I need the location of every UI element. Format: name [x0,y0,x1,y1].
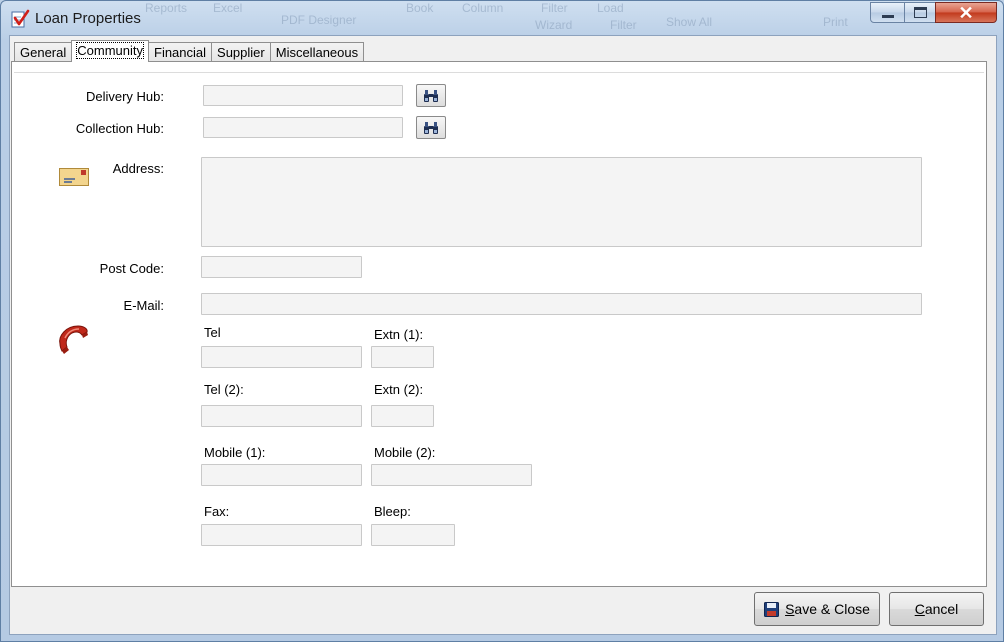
extn1-field[interactable] [371,346,434,368]
tab-label: Supplier [217,45,265,60]
cancel-button[interactable]: Cancel [889,592,984,626]
address-field[interactable] [201,157,922,247]
delivery-hub-field[interactable] [203,85,403,106]
background-text: Wizard [535,18,573,32]
background-text: Show All [666,15,713,29]
tab-miscellaneous[interactable]: Miscellaneous [269,42,365,62]
cancel-label: Cancel [914,601,959,617]
tab-label: General [20,45,67,60]
tel-field[interactable] [201,346,362,368]
delivery-hub-find-button[interactable] [416,84,446,107]
save-close-label: Save & Close [785,601,870,617]
extn2-label: Extn (2): [374,382,424,397]
title-bar[interactable]: Reports Excel PDF Designer Book Column F… [1,1,1003,35]
background-text: Column [462,1,504,15]
fax-field[interactable] [201,524,362,546]
fax-label: Fax: [204,504,230,519]
collection-hub-label: Collection Hub: [75,121,164,136]
loan-properties-window: Reports Excel PDF Designer Book Column F… [0,0,1004,642]
tel-label: Tel [204,325,221,340]
tab-label: Community [76,42,144,59]
tab-strip: General Community Financial Supplier Mis… [14,40,365,62]
close-button[interactable]: ✕ [935,2,997,23]
background-text: Filter [610,18,637,32]
collection-hub-field[interactable] [203,117,403,138]
floppy-disk-icon [764,601,780,617]
background-text: Load [597,1,624,15]
telephone-icon [59,325,88,354]
minimize-button[interactable] [870,2,905,23]
background-text: Print [823,15,848,29]
extn2-field[interactable] [371,405,434,427]
binoculars-icon [424,89,438,102]
background-text: Filter [541,1,568,15]
panel-divider [14,72,984,73]
collection-hub-find-button[interactable] [416,116,446,139]
tab-label: Miscellaneous [275,45,359,60]
delivery-hub-label: Delivery Hub: [85,89,164,104]
save-close-button[interactable]: Save & Close [754,592,880,626]
dialog-client-area: General Community Financial Supplier Mis… [9,35,997,635]
mobile2-field[interactable] [371,464,532,486]
post-code-label: Post Code: [99,261,164,276]
minimize-icon [881,15,894,18]
email-field[interactable] [201,293,922,315]
tab-financial[interactable]: Financial [148,42,213,62]
close-icon: ✕ [958,2,974,23]
tel2-field[interactable] [201,405,362,427]
binoculars-icon [424,121,438,134]
mobile2-label: Mobile (2): [374,445,436,460]
background-text: Reports [145,1,188,15]
checkmark-document-icon [11,9,30,28]
tab-label: Financial [154,45,207,60]
post-code-field[interactable] [201,256,362,278]
background-text: PDF Designer [281,13,357,27]
mobile1-label: Mobile (1): [204,445,266,460]
extn1-label: Extn (1): [374,327,424,342]
tel2-label: Tel (2): [204,382,244,397]
mobile1-field[interactable] [201,464,362,486]
background-text: Book [406,1,434,15]
tab-community[interactable]: Community [71,40,149,62]
bleep-field[interactable] [371,524,455,546]
community-tab-panel: Delivery Hub: Collection Hub: Address: P… [11,61,987,587]
window-title: Loan Properties [35,10,141,27]
address-label: Address: [112,161,164,176]
tab-supplier[interactable]: Supplier [211,42,271,62]
background-text: Excel [213,1,243,15]
tab-general[interactable]: General [14,42,73,62]
email-label: E-Mail: [123,298,164,313]
maximize-button[interactable] [904,2,936,23]
maximize-icon [913,7,927,18]
bleep-label: Bleep: [374,504,411,519]
